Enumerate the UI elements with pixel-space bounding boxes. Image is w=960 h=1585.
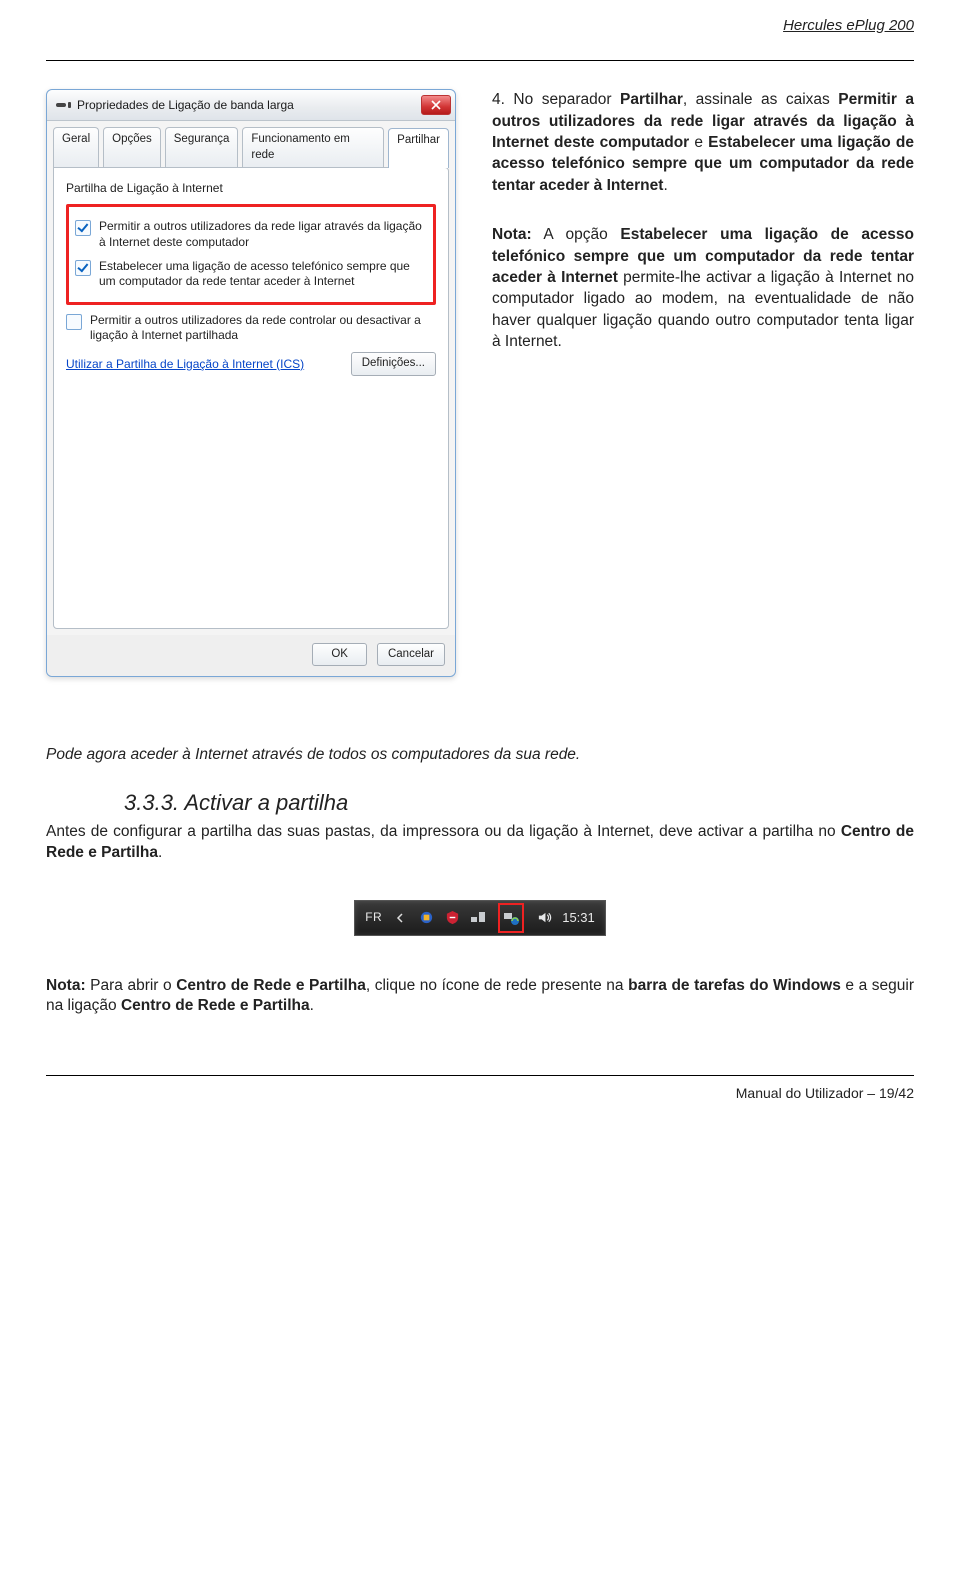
t: . bbox=[310, 997, 314, 1014]
tab-partilhar[interactable]: Partilhar bbox=[388, 128, 449, 168]
t: 4. No separador bbox=[492, 91, 620, 108]
volume-icon[interactable] bbox=[536, 910, 552, 926]
ok-button[interactable]: OK bbox=[312, 643, 367, 667]
option-allow-others: Permitir a outros utilizadores da rede l… bbox=[75, 219, 427, 250]
t: Nota: bbox=[46, 977, 86, 994]
security-icon[interactable] bbox=[444, 910, 460, 926]
dialog-footer: OK Cancelar bbox=[47, 635, 455, 677]
option-dialup: Estabelecer uma ligação de acesso telefó… bbox=[75, 259, 427, 290]
note-1: Nota: A opção Estabelecer uma ligação de… bbox=[492, 224, 914, 352]
option-control-label: Permitir a outros utilizadores da rede c… bbox=[90, 313, 436, 344]
t: Nota: bbox=[492, 226, 532, 243]
update-icon[interactable] bbox=[418, 910, 434, 926]
tab-funcionamento[interactable]: Funcionamento em rede bbox=[242, 127, 384, 167]
close-button[interactable] bbox=[421, 95, 451, 115]
section-333-body: Antes de configurar a partilha das suas … bbox=[46, 822, 914, 864]
t: e bbox=[689, 134, 708, 151]
definitions-button[interactable]: Definições... bbox=[351, 352, 436, 376]
t: Centro de Rede e Partilha bbox=[121, 997, 310, 1014]
dialog-title: Propriedades de Ligação de banda larga bbox=[77, 97, 415, 113]
dialog-titlebar: Propriedades de Ligação de banda larga bbox=[47, 90, 455, 121]
t: . bbox=[158, 844, 162, 861]
connection-icon bbox=[55, 98, 71, 112]
t: Para abrir o bbox=[86, 977, 177, 994]
ics-link[interactable]: Utilizar a Partilha de Ligação à Interne… bbox=[66, 356, 304, 372]
checkbox-dialup[interactable] bbox=[75, 260, 91, 276]
section-title: Activar a partilha bbox=[184, 790, 348, 815]
t: Centro de Rede e Partilha bbox=[176, 977, 366, 994]
checkbox-control[interactable] bbox=[66, 314, 82, 330]
chevron-left-icon[interactable] bbox=[392, 910, 408, 926]
mid-paragraph: Pode agora aceder à Internet através de … bbox=[46, 745, 914, 766]
t: barra de tarefas do Windows bbox=[628, 977, 841, 994]
t: Partilhar bbox=[620, 91, 683, 108]
network-icon bbox=[503, 910, 519, 926]
step-4-text: 4. No separador Partilhar, assinale as c… bbox=[492, 89, 914, 196]
section-333-heading: 3.3.3. Activar a partilha bbox=[124, 788, 914, 818]
group-label: Partilha de Ligação à Internet bbox=[66, 180, 436, 196]
tab-geral[interactable]: Geral bbox=[53, 127, 99, 167]
doc-header-title: Hercules ePlug 200 bbox=[46, 16, 914, 36]
footer-rule bbox=[46, 1075, 914, 1076]
t: Antes de configurar a partilha das suas … bbox=[46, 823, 841, 840]
tab-opcoes[interactable]: Opções bbox=[103, 127, 161, 167]
section-num: 3.3.3. bbox=[124, 790, 179, 815]
properties-dialog: Propriedades de Ligação de banda larga G… bbox=[46, 89, 456, 677]
highlighted-options: Permitir a outros utilizadores da rede l… bbox=[66, 204, 436, 304]
close-icon bbox=[431, 100, 441, 110]
system-tray: FR 15:31 bbox=[354, 900, 606, 936]
t: . bbox=[663, 177, 667, 194]
tab-strip: Geral Opções Segurança Funcionamento em … bbox=[47, 121, 455, 167]
option-dialup-label: Estabelecer uma ligação de acesso telefó… bbox=[99, 259, 427, 290]
tray-time[interactable]: 15:31 bbox=[562, 909, 595, 927]
tab-seguranca[interactable]: Segurança bbox=[165, 127, 239, 167]
option-control: Permitir a outros utilizadores da rede c… bbox=[66, 313, 436, 344]
note-2: Nota: Para abrir o Centro de Rede e Part… bbox=[46, 976, 914, 1018]
checkbox-allow-others[interactable] bbox=[75, 220, 91, 236]
header-rule bbox=[46, 60, 914, 61]
option-allow-others-label: Permitir a outros utilizadores da rede l… bbox=[99, 219, 427, 250]
page-footer: Manual do Utilizador – 19/42 bbox=[46, 1084, 914, 1103]
tab-body: Partilha de Ligação à Internet Permitir … bbox=[53, 167, 449, 628]
network-icon-highlighted[interactable] bbox=[498, 903, 524, 933]
t: , clique no ícone de rede presente na bbox=[366, 977, 628, 994]
tray-lang[interactable]: FR bbox=[365, 909, 382, 925]
device-icon[interactable] bbox=[470, 910, 486, 926]
t: A opção bbox=[532, 226, 621, 243]
t: , assinale as caixas bbox=[683, 91, 838, 108]
cancel-button[interactable]: Cancelar bbox=[377, 643, 445, 667]
